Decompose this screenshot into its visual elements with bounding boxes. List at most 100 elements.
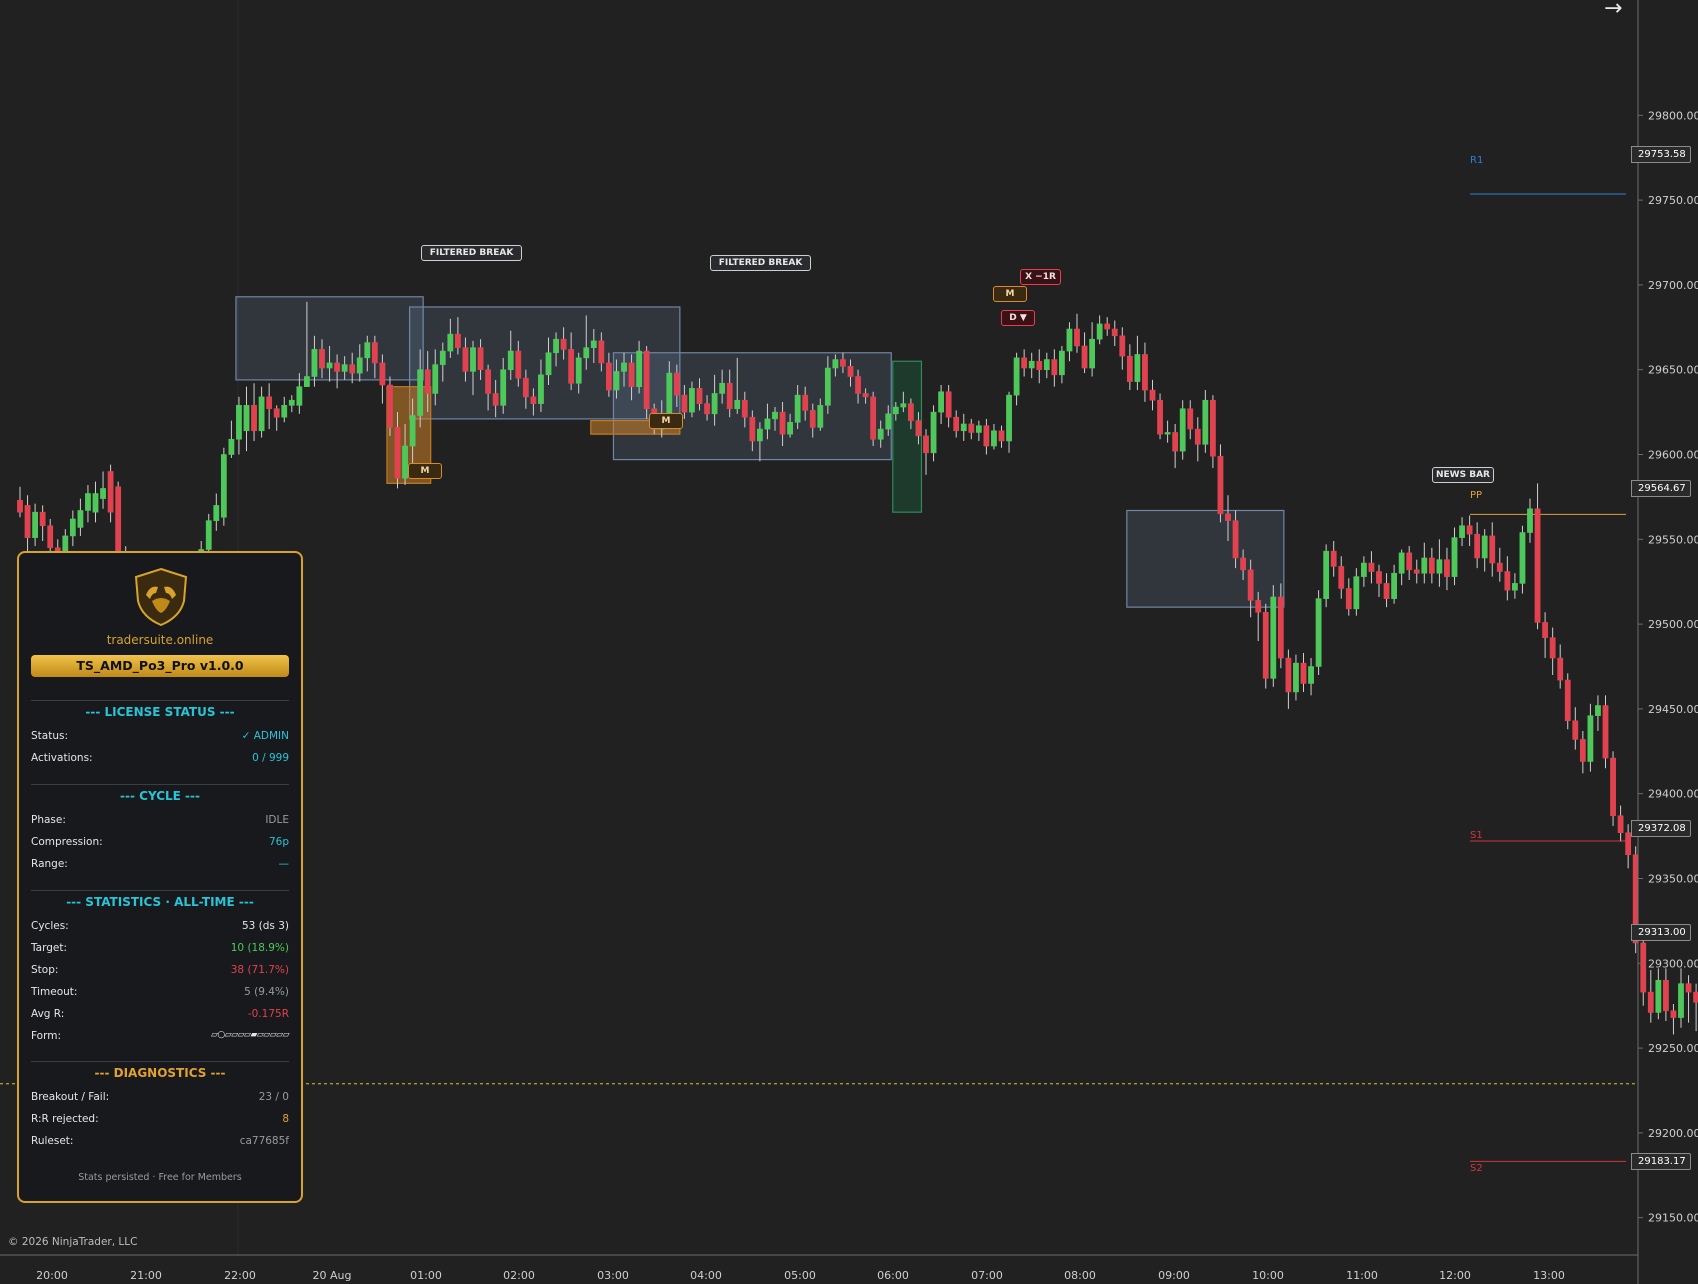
diagnostics-header: --- DIAGNOSTICS --- xyxy=(94,1066,226,1080)
target-value: 10 (18.9%) xyxy=(230,942,289,954)
candle-bullish xyxy=(1315,590,1322,675)
statistics-header: --- STATISTICS · ALL-TIME --- xyxy=(66,895,254,909)
news-bar-tag: NEWS BAR xyxy=(1432,467,1494,483)
ruleset-value: ca77685f xyxy=(239,1135,289,1147)
arrow-right-icon[interactable]: → xyxy=(1604,0,1622,21)
price-tag-pp: 29564.67 xyxy=(1631,480,1691,497)
candle-bullish xyxy=(1179,400,1186,460)
candle-bullish xyxy=(1323,544,1330,608)
price-tag-s2: 29183.17 xyxy=(1631,1153,1691,1170)
activations-row: Activations: 0 / 999 xyxy=(31,752,289,768)
info-panel: tradersuite.online TS_AMD_Po3_Pro v1.0.0… xyxy=(17,551,303,1203)
status-row: Status: ✓ ADMIN xyxy=(31,730,289,746)
avg-r-label: Avg R: xyxy=(31,1008,65,1020)
status-label: Status: xyxy=(31,730,68,742)
rr-rejected-row: R:R rejected: 8 xyxy=(31,1113,289,1129)
ruleset-label: Ruleset: xyxy=(31,1135,74,1147)
breakout-label: Breakout / Fail: xyxy=(31,1091,110,1103)
level-label-r1: R1 xyxy=(1470,155,1484,166)
y-tick-label: 29500.00 xyxy=(1648,618,1698,631)
timeout-label: Timeout: xyxy=(31,986,78,998)
y-tick-label: 29750.00 xyxy=(1648,194,1698,207)
panel-footer: Stats persisted · Free for Members xyxy=(78,1172,242,1183)
rr-rejected-label: R:R rejected: xyxy=(31,1113,99,1125)
form-label: Form: xyxy=(31,1030,61,1042)
form-row: Form: ▱○▱▱▱▱▰▱▱▱▱▱ xyxy=(31,1030,290,1046)
x-tick-label: 04:00 xyxy=(690,1269,722,1282)
phase-row: Phase: IDLE xyxy=(31,814,289,830)
price-tag-r1: 29753.58 xyxy=(1631,146,1691,163)
y-tick-label: 29800.00 xyxy=(1648,109,1698,122)
license-header: --- LICENSE STATUS --- xyxy=(85,705,235,719)
filtered-break-tag: FILTERED BREAK xyxy=(421,245,522,261)
candle-bullish xyxy=(1270,585,1277,687)
compression-value: 76p xyxy=(268,836,289,848)
divider xyxy=(31,1061,289,1062)
x-tick-label: 02:00 xyxy=(503,1269,535,1282)
stop-row: Stop: 38 (71.7%) xyxy=(31,964,289,980)
status-value: ✓ ADMIN xyxy=(241,730,289,742)
stop-label: Stop: xyxy=(31,964,59,976)
candle-bearish xyxy=(643,345,650,419)
x-tick-label: 20 Aug xyxy=(313,1269,352,1282)
candle-bearish xyxy=(1610,751,1616,826)
y-tick-label: 29400.00 xyxy=(1648,788,1698,801)
manipulation-tag: M xyxy=(408,463,442,479)
divider xyxy=(31,700,289,701)
x-tick-label: 22:00 xyxy=(224,1269,256,1282)
phase-value: IDLE xyxy=(265,814,289,826)
candle-bearish xyxy=(387,376,393,436)
compression-row: Compression: 76p xyxy=(31,836,289,852)
breakout-row: Breakout / Fail: 23 / 0 xyxy=(31,1091,289,1107)
candle-bearish xyxy=(1564,673,1571,730)
target-row: Target: 10 (18.9%) xyxy=(31,942,289,958)
level-label-s1: S1 xyxy=(1470,830,1483,841)
y-tick-label: 29600.00 xyxy=(1648,449,1698,462)
y-tick-label: 29250.00 xyxy=(1648,1042,1698,1055)
level-label-pp: PP xyxy=(1470,490,1483,501)
x-tick-label: 20:00 xyxy=(36,1269,68,1282)
site-url[interactable]: tradersuite.online xyxy=(19,633,301,647)
compression-label: Compression: xyxy=(31,836,103,848)
candle-bearish xyxy=(1217,444,1224,523)
range-value: — xyxy=(278,858,290,870)
manipulation-tag: M xyxy=(993,286,1027,302)
timeout-value: 5 (9.4%) xyxy=(244,986,289,998)
candle-bullish xyxy=(1519,525,1526,594)
x-tick-label: 05:00 xyxy=(784,1269,816,1282)
y-tick-label: 29700.00 xyxy=(1648,279,1698,292)
x-tick-label: 08:00 xyxy=(1064,1269,1096,1282)
x-tick-label: 13:00 xyxy=(1533,1269,1565,1282)
x-tick-label: 11:00 xyxy=(1346,1269,1378,1282)
x-tick-label: 12:00 xyxy=(1439,1269,1471,1282)
price-tag-current: 29313.00 xyxy=(1631,924,1691,941)
breakout-value: 23 / 0 xyxy=(258,1091,289,1103)
y-tick-label: 29300.00 xyxy=(1648,957,1698,970)
candle-bearish xyxy=(1157,393,1163,440)
form-value: ▱○▱▱▱▱▰▱▱▱▱▱ xyxy=(211,1030,290,1040)
phase-label: Phase: xyxy=(31,814,66,826)
bull-bear-shield-logo xyxy=(134,567,188,627)
y-tick-label: 29650.00 xyxy=(1648,364,1698,377)
cycle-header: --- CYCLE --- xyxy=(120,789,200,803)
distribution-tag: D ▼ xyxy=(1001,310,1035,326)
exit-tag: X −1R xyxy=(1020,269,1061,285)
divider xyxy=(31,890,289,891)
x-tick-label: 21:00 xyxy=(130,1269,162,1282)
y-tick-label: 29450.00 xyxy=(1648,703,1698,716)
level-label-s2: S2 xyxy=(1470,1163,1483,1174)
distribution-zone xyxy=(892,360,923,513)
activations-label: Activations: xyxy=(31,752,93,764)
x-tick-label: 09:00 xyxy=(1158,1269,1190,1282)
range-label: Range: xyxy=(31,858,68,870)
rr-rejected-value: 8 xyxy=(282,1113,289,1125)
candle-bearish xyxy=(1262,603,1269,689)
copyright: © 2026 NinjaTrader, LLC xyxy=(8,1236,138,1248)
x-tick-label: 10:00 xyxy=(1252,1269,1284,1282)
avg-r-value: -0.175R xyxy=(247,1008,289,1020)
cycles-value: 53 (ds 3) xyxy=(241,920,289,932)
cycles-label: Cycles: xyxy=(31,920,69,932)
manipulation-tag: M xyxy=(649,413,683,429)
target-label: Target: xyxy=(31,942,68,954)
x-tick-label: 01:00 xyxy=(410,1269,442,1282)
